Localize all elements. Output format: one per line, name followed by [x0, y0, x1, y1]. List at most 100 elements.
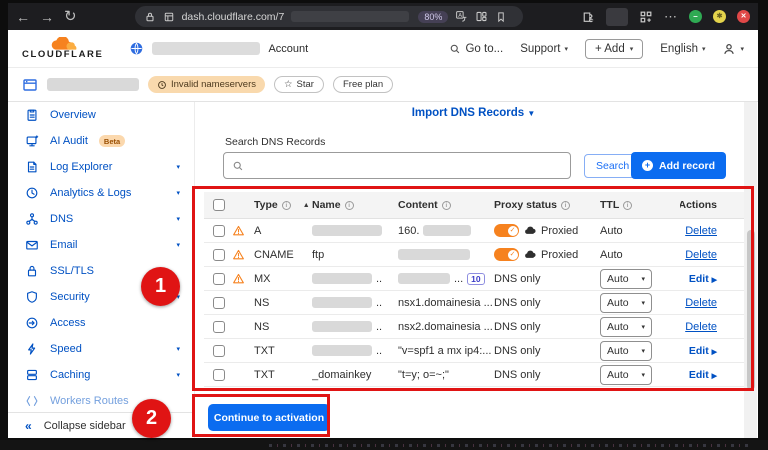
column-header-actions[interactable]: Actions [680, 199, 749, 211]
row-checkbox[interactable] [213, 296, 225, 309]
record-proxy-status: ✓ Proxied [494, 224, 600, 238]
info-icon[interactable]: i [344, 200, 354, 210]
vertical-scrollbar[interactable] [744, 102, 757, 438]
support-menu[interactable]: Support ▾ [520, 43, 568, 55]
delete-record-link[interactable]: Delete [685, 321, 717, 333]
record-name: _domainkey [312, 368, 372, 381]
svg-text:A: A [459, 13, 463, 19]
row-checkbox[interactable] [213, 272, 225, 285]
import-dns-records-link[interactable]: Import DNS Records ▼ [195, 107, 752, 119]
dns-record-row-ns: NS .. nsx1.domainesia ... DNS only Auto ▾… [204, 291, 749, 315]
column-header-ttl[interactable]: TTL i [600, 199, 680, 211]
translate-icon[interactable]: A [455, 10, 468, 23]
record-content: "v=spf1 a mx ip4:... [398, 344, 492, 357]
browser-menu-icon[interactable]: ⋯ [664, 9, 678, 25]
extensions-puzzle-icon[interactable] [581, 10, 595, 24]
row-checkbox[interactable] [213, 344, 225, 357]
sidebar-item-analytics-logs[interactable]: Analytics & Logs ▾ [8, 180, 194, 206]
sidebar-item-log-explorer[interactable]: Log Explorer ▾ [8, 154, 194, 180]
sidebar-item-label: Email [50, 239, 78, 251]
chevron-right-icon: ▶ [711, 276, 717, 284]
edit-record-link[interactable]: Edit ▶ [689, 345, 717, 357]
zoom-level-badge[interactable]: 80% [418, 10, 449, 23]
account-label: Account [268, 42, 309, 55]
ttl-dropdown[interactable]: Auto ▾ [600, 316, 652, 337]
scrollbar-thumb[interactable] [746, 230, 755, 390]
search-dns-input[interactable] [223, 152, 571, 179]
record-type: NS [254, 320, 270, 333]
ttl-dropdown[interactable]: Auto ▾ [600, 340, 652, 361]
delete-record-link[interactable]: Delete [685, 297, 717, 309]
record-proxy-status: DNS only [494, 272, 541, 285]
collapse-chevrons-icon: « [25, 418, 32, 433]
workers-icon [26, 396, 38, 406]
info-icon[interactable]: i [441, 200, 451, 210]
address-bar[interactable]: dash.cloudflare.com/7 80% A [134, 6, 523, 27]
forward-icon[interactable]: → [40, 10, 54, 24]
column-header-content[interactable]: Content i [398, 199, 494, 211]
back-icon[interactable]: ← [16, 10, 30, 24]
sidebar-item-label: Analytics & Logs [50, 187, 132, 199]
edit-record-link[interactable]: Edit ▶ [689, 369, 717, 381]
sidebar-item-dns[interactable]: DNS ▾ [8, 206, 194, 232]
row-checkbox[interactable] [213, 224, 225, 237]
column-header-type[interactable]: Type i ▲ [254, 199, 312, 211]
ssl-icon [27, 265, 37, 277]
proxy-toggle[interactable]: ✓ [494, 224, 519, 237]
profile-avatar[interactable] [606, 7, 628, 26]
sidebar-item-access[interactable]: Access [8, 310, 194, 336]
site-info-icon[interactable] [163, 11, 175, 23]
proxy-toggle[interactable]: ✓ [494, 248, 519, 261]
language-menu[interactable]: English ▾ [660, 43, 705, 55]
record-ttl: Auto ▾ [600, 364, 680, 385]
column-header-proxy[interactable]: Proxy status i [494, 199, 600, 211]
sidebar-item-ai-audit[interactable]: AI Audit Beta [8, 128, 194, 154]
column-header-name[interactable]: Name i [312, 199, 398, 211]
go-to-search[interactable]: Go to... [449, 43, 503, 55]
chevron-down-icon: ▾ [176, 190, 180, 197]
sort-ascending-icon[interactable]: ▲ [303, 202, 310, 209]
info-icon[interactable]: i [281, 200, 291, 210]
status-circle-icon[interactable]: ✱ [713, 10, 726, 23]
delete-record-link[interactable]: Delete [685, 225, 717, 237]
record-proxy-status: DNS only [494, 368, 541, 381]
bookmark-tab-icon[interactable] [495, 11, 507, 23]
minimize-circle-icon[interactable]: – [689, 10, 702, 23]
dns-record-row-txt: TXT _domainkey "t=y; o=~;" DNS only Auto… [204, 363, 749, 387]
select-all-checkbox[interactable] [213, 199, 225, 211]
apps-grid-icon[interactable] [639, 10, 653, 24]
brand-wordmark: CLOUDFLARE [22, 49, 104, 60]
info-icon[interactable]: i [623, 200, 633, 210]
star-button[interactable]: ☆ Star [274, 76, 324, 93]
analytics-icon [26, 187, 38, 199]
split-screen-icon[interactable] [475, 10, 488, 23]
sidebar-item-overview[interactable]: Overview [8, 102, 194, 128]
sidebar-item-label: Speed [50, 343, 82, 355]
add-record-button[interactable]: + Add record [631, 152, 727, 179]
record-name: .. [312, 321, 398, 333]
sidebar-item-caching[interactable]: Caching ▾ [8, 362, 194, 388]
close-circle-icon[interactable]: ✕ [737, 10, 750, 23]
globe-icon [131, 42, 143, 55]
record-ttl: Auto ▾ [600, 292, 680, 313]
sidebar-item-email[interactable]: Email ▾ [8, 232, 194, 258]
user-menu[interactable]: ▾ [722, 42, 744, 56]
info-icon[interactable]: i [561, 200, 571, 210]
edit-record-link[interactable]: Edit ▶ [689, 273, 717, 285]
row-checkbox[interactable] [213, 368, 225, 381]
cloudflare-logo[interactable]: CLOUDFLARE [22, 37, 103, 60]
ttl-dropdown[interactable]: Auto ▾ [600, 364, 652, 385]
row-checkbox[interactable] [213, 320, 225, 333]
row-checkbox[interactable] [213, 248, 225, 261]
delete-record-link[interactable]: Delete [685, 249, 717, 261]
ttl-dropdown[interactable]: Auto ▾ [600, 268, 652, 289]
chevron-down-icon: ▾ [564, 45, 568, 53]
add-menu-button[interactable]: + Add ▾ [584, 38, 644, 59]
continue-to-activation-button[interactable]: Continue to activation [208, 404, 330, 431]
record-content: nsx2.domainesia ... [398, 320, 493, 333]
reload-icon[interactable]: ↻ [64, 9, 77, 24]
ttl-dropdown[interactable]: Auto ▾ [600, 292, 652, 313]
sidebar-item-label: Overview [50, 109, 96, 121]
sidebar-item-speed[interactable]: Speed ▾ [8, 336, 194, 362]
record-type: MX [254, 272, 271, 285]
